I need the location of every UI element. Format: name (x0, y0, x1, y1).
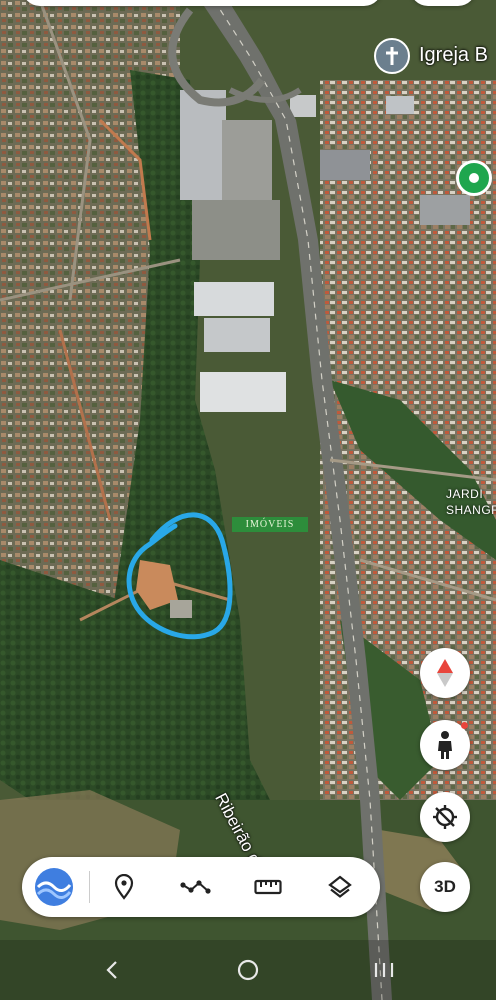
green-location-pin-icon[interactable] (456, 160, 492, 196)
measure-ruler-icon[interactable] (252, 871, 284, 903)
watermark-logo: IMÓVEIS (232, 517, 308, 532)
back-icon[interactable] (98, 957, 126, 983)
neighborhood-label-line1: JARDI (446, 487, 484, 501)
notification-dot (461, 722, 468, 729)
earth-icon[interactable] (32, 865, 76, 909)
system-navigation-bar (0, 940, 496, 1000)
compass-button[interactable] (420, 648, 470, 698)
place-pin-icon[interactable] (108, 871, 140, 903)
recents-icon[interactable] (370, 957, 398, 983)
pegman-icon (438, 731, 452, 759)
toolbar-divider (89, 871, 90, 903)
neighborhood-label: JARDI SHANGR (446, 486, 496, 518)
bottom-toolbar (22, 857, 380, 917)
draw-line-icon[interactable] (180, 871, 212, 903)
location-off-icon (433, 805, 457, 829)
place-label[interactable]: Igreja B (419, 44, 488, 67)
church-cross-icon[interactable] (374, 38, 410, 74)
home-icon[interactable] (234, 957, 262, 983)
3d-toggle-button[interactable]: 3D (420, 862, 470, 912)
my-location-button[interactable] (420, 792, 470, 842)
search-bar[interactable] (22, 0, 382, 6)
compass-icon (437, 659, 453, 687)
layers-icon[interactable] (324, 871, 356, 903)
neighborhood-label-line2: SHANGR (446, 503, 496, 517)
3d-label: 3D (434, 877, 456, 896)
